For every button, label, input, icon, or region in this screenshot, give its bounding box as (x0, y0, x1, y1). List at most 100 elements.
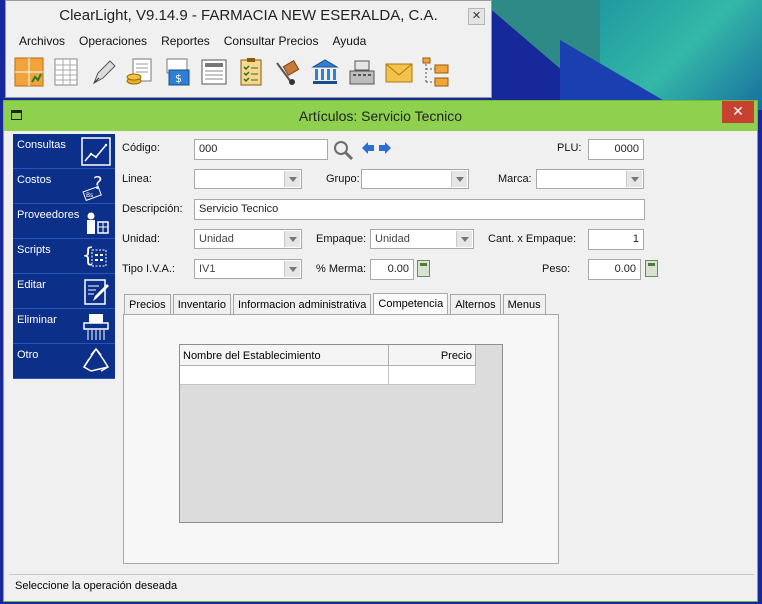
tipo-iva-label: Tipo I.V.A.: (122, 263, 175, 275)
plu-field[interactable]: 0000 (588, 139, 644, 160)
status-bar: Seleccione la operación deseada (9, 574, 754, 596)
sidebar-item-label: Scripts (17, 244, 51, 256)
tab-inventario[interactable]: Inventario (172, 294, 231, 315)
chevron-down-icon[interactable] (451, 171, 467, 187)
sidebar-item-scripts[interactable]: Scripts { (13, 239, 115, 274)
menu-ayuda[interactable]: Ayuda (325, 34, 373, 48)
coins-document-icon[interactable] (123, 56, 156, 89)
chevron-down-icon[interactable] (284, 171, 300, 187)
table-cell[interactable] (180, 366, 389, 385)
merma-field[interactable]: 0.00 (370, 259, 414, 280)
report-icon[interactable] (197, 56, 230, 89)
table-cell[interactable] (389, 366, 476, 385)
svg-text:?: ? (93, 173, 103, 194)
codigo-field[interactable]: 000 (194, 139, 328, 160)
grid-chart-icon[interactable] (12, 56, 45, 89)
menu-archivos[interactable]: Archivos (12, 34, 72, 48)
peso-field[interactable]: 0.00 (588, 259, 641, 280)
plu-label: PLU: (557, 142, 582, 154)
main-titlebar: ClearLight, V9.14.9 - FARMACIA NEW ESERA… (6, 1, 491, 31)
menu-consultar-precios[interactable]: Consultar Precios (217, 34, 326, 48)
marca-label: Marca: (498, 173, 532, 185)
cash-register-icon[interactable] (345, 56, 378, 89)
grupo-select[interactable] (361, 169, 469, 189)
main-window: ClearLight, V9.14.9 - FARMACIA NEW ESERA… (5, 0, 492, 98)
tab-alternos[interactable]: Alternos (450, 294, 501, 315)
marca-select[interactable] (536, 169, 644, 189)
unidad-select[interactable]: Unidad (194, 229, 302, 249)
chart-icon (81, 137, 111, 166)
next-arrow-icon[interactable] (378, 141, 392, 155)
sidebar-item-label: Otro (17, 349, 39, 361)
search-icon[interactable] (332, 139, 354, 161)
unidad-value: Unidad (199, 233, 234, 245)
linea-select[interactable] (194, 169, 302, 189)
tab-competencia[interactable]: Competencia (373, 293, 449, 315)
money-document-icon[interactable]: $ (160, 56, 193, 89)
merma-label: % Merma: (316, 263, 367, 275)
menu-operaciones[interactable]: Operaciones (72, 34, 154, 48)
envelope-icon[interactable] (382, 56, 415, 89)
sidebar-item-consultas[interactable]: Consultas (13, 134, 115, 169)
sidebar-item-label: Eliminar (17, 314, 57, 326)
tipo-iva-value: IV1 (199, 263, 216, 275)
checklist-icon[interactable] (234, 56, 267, 89)
pen-icon[interactable] (86, 56, 119, 89)
calculator-icon[interactable] (645, 260, 658, 277)
calculator-icon[interactable] (417, 260, 430, 277)
descripcion-field[interactable]: Servicio Tecnico (194, 199, 645, 220)
cant-empaque-label: Cant. x Empaque: (488, 233, 577, 245)
chevron-down-icon[interactable] (284, 231, 300, 247)
column-header-precio[interactable]: Precio (389, 345, 476, 366)
unidad-label: Unidad: (122, 233, 160, 245)
chevron-down-icon[interactable] (626, 171, 642, 187)
articulos-titlebar: Artículos: Servicio Tecnico ✕ (4, 101, 757, 131)
articulos-window-title: Artículos: Servicio Tecnico (298, 108, 463, 124)
main-close-button[interactable]: ✕ (468, 8, 485, 25)
cant-empaque-field[interactable]: 1 (588, 229, 644, 250)
sidebar-item-label: Editar (17, 279, 46, 291)
table-row[interactable] (180, 366, 476, 385)
chevron-down-icon[interactable] (456, 231, 472, 247)
edit-document-icon (84, 279, 109, 305)
sidebar-item-otro[interactable]: Otro (13, 344, 115, 379)
sidebar-item-editar[interactable]: Editar (13, 274, 115, 309)
price-tag-question-icon: ?Bs (82, 173, 103, 201)
column-header-nombre[interactable]: Nombre del Establecimiento (180, 345, 389, 366)
sidebar-item-label: Proveedores (17, 209, 80, 221)
previous-arrow-icon[interactable] (361, 141, 375, 155)
grid-header: Nombre del Establecimiento Precio (180, 345, 476, 366)
supplier-icon (87, 212, 109, 234)
sidebar-item-eliminar[interactable]: Eliminar (13, 309, 115, 344)
bank-icon[interactable] (308, 56, 341, 89)
shredder-icon (83, 314, 109, 340)
tab-menus[interactable]: Menus (502, 294, 546, 315)
codigo-label: Código: (122, 142, 160, 154)
descripcion-label: Descripción: (122, 203, 183, 215)
folder-tree-icon[interactable] (419, 56, 452, 89)
status-text: Seleccione la operación deseada (15, 580, 178, 592)
sidebar-item-label: Costos (17, 174, 52, 186)
grupo-label: Grupo: (326, 173, 360, 185)
svg-text:$: $ (175, 72, 182, 85)
chevron-down-icon[interactable] (284, 261, 300, 277)
main-window-title: ClearLight, V9.14.9 - FARMACIA NEW ESERA… (59, 7, 438, 24)
hand-truck-icon[interactable] (271, 56, 304, 89)
empaque-value: Unidad (375, 233, 410, 245)
recycle-icon (82, 347, 110, 372)
menubar: Archivos Operaciones Reportes Consultar … (6, 31, 491, 51)
linea-label: Linea: (122, 173, 152, 185)
empaque-select[interactable]: Unidad (370, 229, 474, 249)
spreadsheet-icon[interactable] (49, 56, 82, 89)
tab-informacion-administrativa[interactable]: Informacion administrativa (233, 294, 372, 315)
tab-strip: Precios Inventario Informacion administr… (124, 293, 548, 315)
tab-precios[interactable]: Precios (124, 294, 171, 315)
sidebar-item-proveedores[interactable]: Proveedores (13, 204, 115, 239)
sidebar-item-costos[interactable]: Costos ? Bs (13, 169, 115, 204)
menu-reportes[interactable]: Reportes (154, 34, 217, 48)
toolbar: $ (6, 51, 491, 93)
close-button[interactable]: ✕ (722, 101, 754, 123)
competencia-panel: Nombre del Establecimiento Precio (123, 314, 559, 564)
competencia-grid[interactable]: Nombre del Establecimiento Precio (179, 344, 503, 523)
tipo-iva-select[interactable]: IV1 (194, 259, 302, 279)
